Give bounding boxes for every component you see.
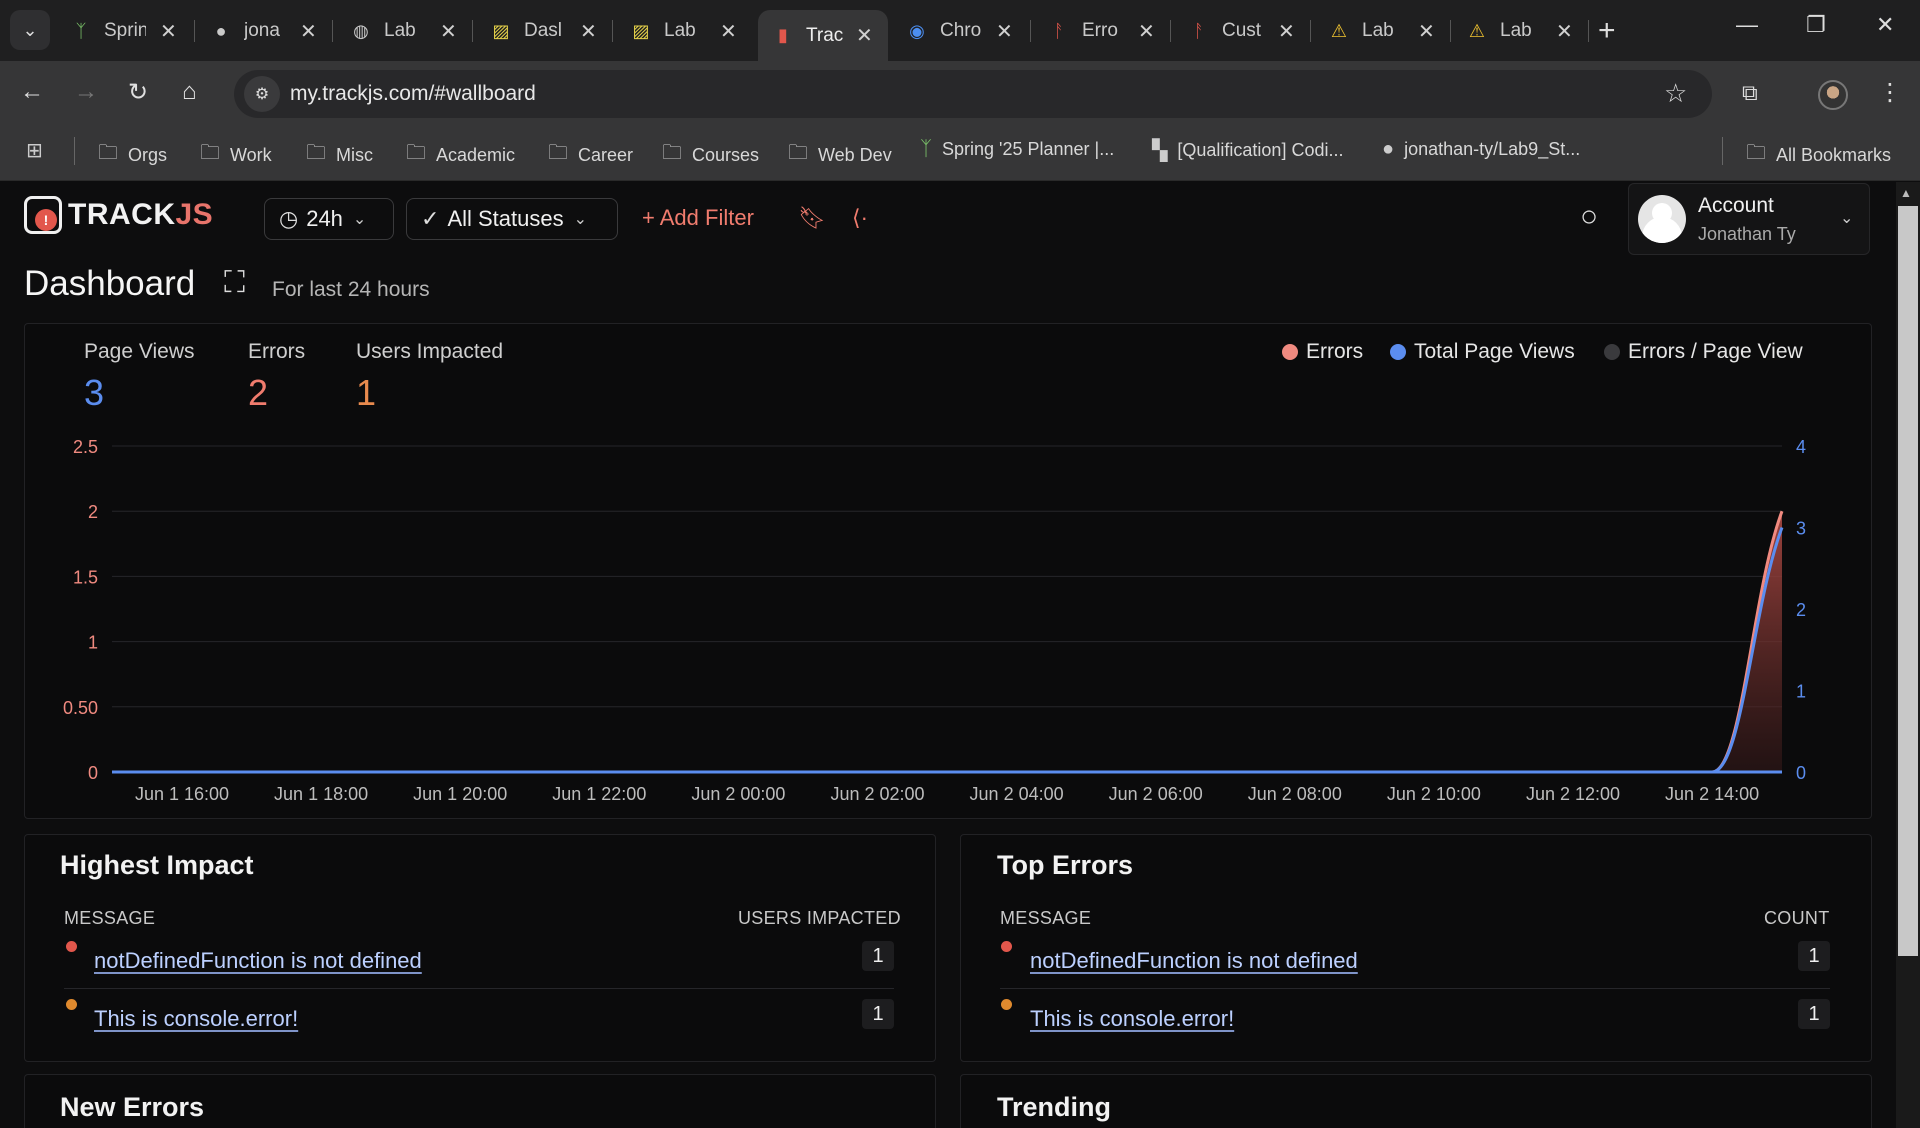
x-tick-label: Jun 1 20:00 bbox=[413, 784, 507, 804]
severity-dot bbox=[66, 941, 77, 952]
count-badge: 1 bbox=[862, 999, 894, 1029]
x-tick-label: Jun 2 06:00 bbox=[1109, 784, 1203, 804]
y-left-tick-label: 2 bbox=[88, 502, 98, 522]
y-left-tick-label: 0.50 bbox=[63, 698, 98, 718]
y-left-tick-label: 1 bbox=[88, 633, 98, 653]
x-tick-label: Jun 2 08:00 bbox=[1248, 784, 1342, 804]
column-header-count: COUNT bbox=[1764, 908, 1830, 928]
x-tick-label: Jun 2 12:00 bbox=[1526, 784, 1620, 804]
x-tick-label: Jun 1 18:00 bbox=[274, 784, 368, 804]
column-header-message: MESSAGE bbox=[1000, 908, 1092, 928]
y-right-tick-label: 1 bbox=[1796, 682, 1806, 702]
x-tick-label: Jun 2 00:00 bbox=[691, 784, 785, 804]
severity-dot bbox=[1001, 999, 1012, 1010]
y-left-tick-label: 1.5 bbox=[73, 567, 98, 587]
row-divider bbox=[1000, 988, 1830, 989]
error-link[interactable]: notDefinedFunction is not defined bbox=[94, 948, 422, 974]
error-link[interactable]: This is console.error! bbox=[94, 1006, 298, 1032]
top-errors-title: Top Errors bbox=[997, 850, 1134, 880]
x-tick-label: Jun 2 14:00 bbox=[1665, 784, 1759, 804]
x-tick-label: Jun 2 02:00 bbox=[830, 784, 924, 804]
severity-dot bbox=[66, 999, 77, 1010]
count-badge: 1 bbox=[862, 941, 894, 971]
new-errors-title: New Errors bbox=[60, 1092, 205, 1122]
trending-title: Trending bbox=[997, 1092, 1111, 1122]
count-badge: 1 bbox=[1798, 941, 1830, 971]
x-tick-label: Jun 2 10:00 bbox=[1387, 784, 1481, 804]
severity-dot bbox=[1001, 941, 1012, 952]
row-divider bbox=[64, 988, 894, 989]
x-tick-label: Jun 1 22:00 bbox=[552, 784, 646, 804]
y-left-tick-label: 2.5 bbox=[73, 437, 98, 457]
column-header-message: MESSAGE bbox=[64, 908, 156, 928]
x-tick-label: Jun 2 04:00 bbox=[970, 784, 1064, 804]
y-right-tick-label: 0 bbox=[1796, 763, 1806, 783]
y-left-tick-label: 0 bbox=[88, 763, 98, 783]
highest-impact-title: Highest Impact bbox=[60, 850, 254, 880]
y-right-tick-label: 4 bbox=[1796, 437, 1806, 457]
error-link[interactable]: notDefinedFunction is not defined bbox=[1030, 948, 1358, 974]
y-right-tick-label: 2 bbox=[1796, 600, 1806, 620]
page-views-series-line bbox=[112, 526, 1784, 774]
column-header-users-impacted: USERS IMPACTED bbox=[738, 908, 901, 928]
y-right-tick-label: 3 bbox=[1796, 519, 1806, 539]
x-tick-label: Jun 1 16:00 bbox=[135, 784, 229, 804]
count-badge: 1 bbox=[1798, 999, 1830, 1029]
error-link[interactable]: This is console.error! bbox=[1030, 1006, 1234, 1032]
